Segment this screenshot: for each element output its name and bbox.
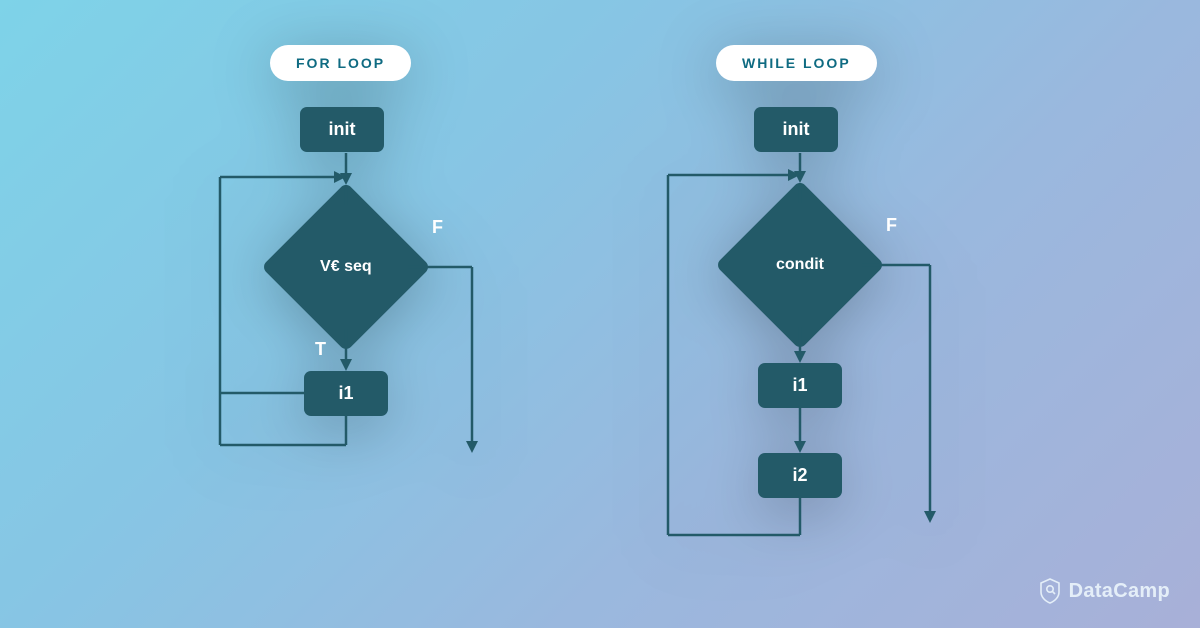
for-connectors — [180, 45, 520, 465]
for-loop-diagram: FOR LOOP init V€ seq F T i1 — [180, 45, 520, 465]
brand-name: DataCamp — [1069, 580, 1170, 603]
while-connectors — [620, 45, 980, 565]
shield-icon — [1039, 578, 1061, 604]
datacamp-logo: DataCamp — [1039, 578, 1170, 604]
while-loop-diagram: WHILE LOOP init condit F i1 i2 — [620, 45, 980, 565]
